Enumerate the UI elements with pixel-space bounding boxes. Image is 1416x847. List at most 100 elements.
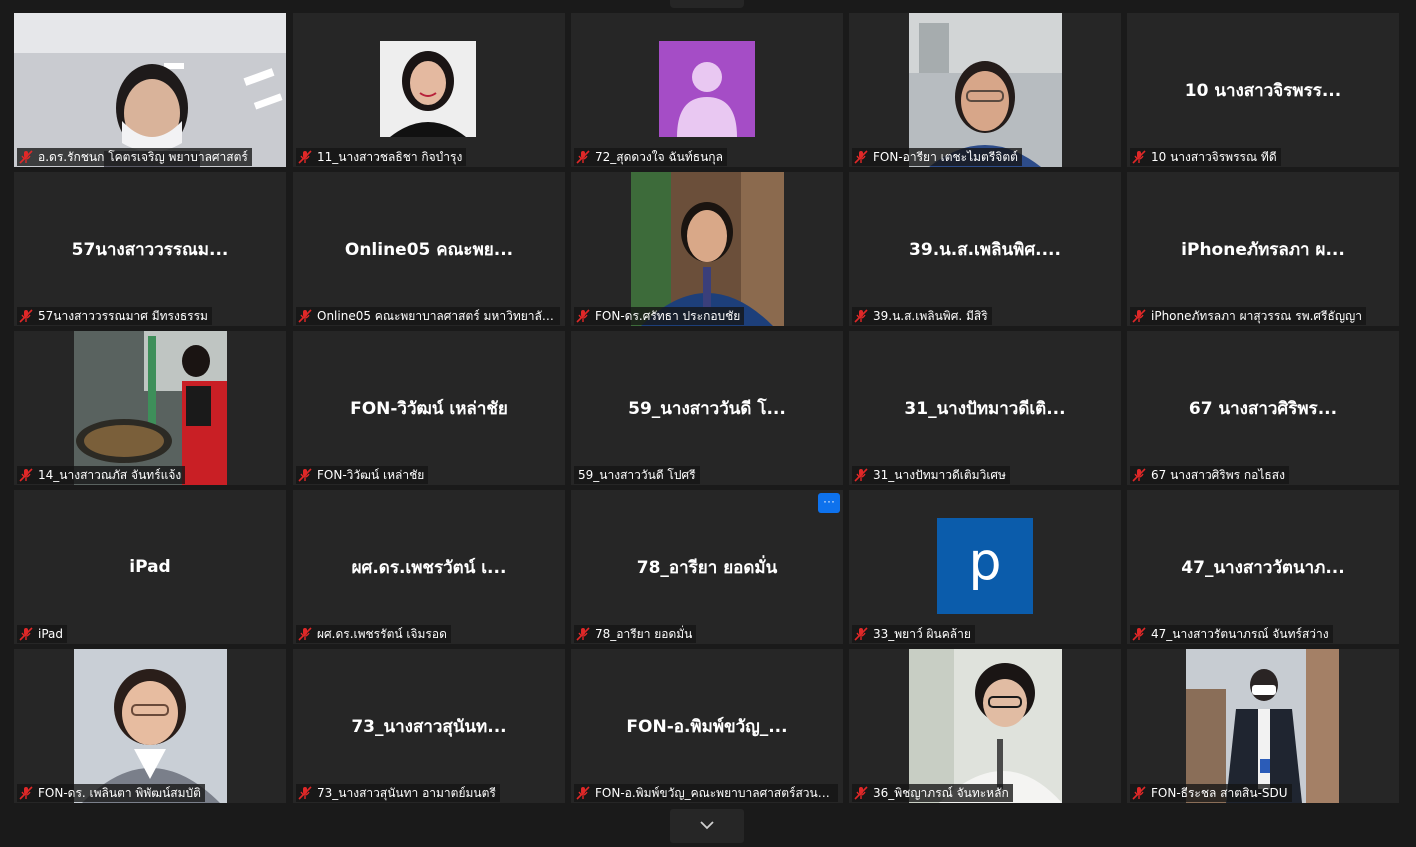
participant-name: 36_พิชญาภรณ์ จันทะหลัก [873, 785, 1009, 800]
participant-nameplate: iPad [17, 625, 68, 643]
participant-nameplate: 73_นางสาวสุนันทา อามาตย์มนตรี [296, 784, 500, 802]
participant-name: 57นางสาววรรณมาศ มีทรงธรรม [38, 308, 208, 323]
participant-nameplate: iPhoneภัทรลภา ผาสุวรรณ รพ.ศรีธัญญา [1130, 307, 1367, 325]
participant-tile[interactable]: FON-อารียา เตชะไมตรีจิตต์ [849, 13, 1121, 167]
participant-tile[interactable]: p 33_พยาว์ ผินคล้าย [849, 490, 1121, 644]
participant-nameplate: FON-ดร.ศรัทธา ประกอบชัย [574, 307, 745, 325]
participant-video [909, 13, 1062, 167]
participant-nameplate: 31_นางปัทมาวดีเติมวิเศษ [852, 466, 1010, 484]
participant-tile[interactable]: ··· 78_อารียา ยอดมั่น 78_อารียา ยอดมั่น [571, 490, 843, 644]
participant-tile[interactable]: 47_นางสาววัตนาภ... 47_นางสาวรัตนาภรณ์ จั… [1127, 490, 1399, 644]
mic-muted-icon [576, 786, 591, 800]
participant-display-name: 57นางสาววรรณม... [71, 239, 229, 260]
participant-tile[interactable]: iPad iPad [14, 490, 286, 644]
participant-name: FON-วิวัฒน์ เหล่าชัย [317, 467, 425, 482]
participant-tile[interactable]: FON-อ.พิมพ์ขวัญ_... FON-อ.พิมพ์ขวัญ_คณะพ… [571, 649, 843, 803]
participant-display-name: 47_นางสาววัตนาภ... [1181, 557, 1345, 578]
mic-muted-icon [576, 627, 591, 641]
participant-nameplate: FON-อ.พิมพ์ขวัญ_คณะพยาบาลศาสตร์สวนดุสิต [574, 784, 838, 802]
mic-muted-icon [1132, 468, 1147, 482]
participant-nameplate: 47_นางสาวรัตนาภรณ์ จันทร์สว่าง [1130, 625, 1333, 643]
participant-nameplate: 72_สุดดวงใจ ฉันท์ธนกุล [574, 148, 727, 166]
participant-tile[interactable]: 57นางสาววรรณม... 57นางสาววรรณมาศ มีทรงธร… [14, 172, 286, 326]
mic-muted-icon [19, 627, 34, 641]
mic-muted-icon [854, 468, 869, 482]
participant-tile[interactable]: 59_นางสาววันดี โ... 59_นางสาววันดี โปศรี [571, 331, 843, 485]
participant-name: 11_นางสาวชลธิชา กิจบำรุง [317, 149, 463, 164]
mic-muted-icon [854, 309, 869, 323]
participant-name: 47_นางสาวรัตนาภรณ์ จันทร์สว่าง [1151, 626, 1329, 641]
participant-nameplate: 78_อารียา ยอดมั่น [574, 625, 697, 643]
mic-muted-icon [19, 786, 34, 800]
participant-tile[interactable]: 14_นางสาวณภัส จันทร์แจ้ง [14, 331, 286, 485]
participant-tile[interactable]: FON-ดร.ศรัทธา ประกอบชัย [571, 172, 843, 326]
avatar-letter: p [968, 532, 1002, 592]
chevron-down-icon [700, 821, 714, 830]
participant-display-name: 31_นางปัทมาวดีเติ... [904, 398, 1066, 419]
mic-muted-icon [298, 150, 313, 164]
participant-display-name: 39.น.ส.เพลินพิศ.... [909, 239, 1061, 260]
mic-muted-icon [1132, 150, 1147, 164]
participant-display-name: 10 นางสาวจิรพรร... [1184, 80, 1342, 101]
participant-name: FON-ธีระชล สาตสิน-SDU [1151, 785, 1288, 800]
participant-display-name: ผศ.ดร.เพชรวัตน์ เ... [351, 557, 507, 578]
participant-tile[interactable]: อ.ดร.รักชนก โคตรเจริญ พยาบาลศาสตร์ [14, 13, 286, 167]
gallery-scroll-up-handle[interactable] [670, 0, 744, 8]
participant-tile[interactable]: FON-ธีระชล สาตสิน-SDU [1127, 649, 1399, 803]
participant-name: 73_นางสาวสุนันทา อามาตย์มนตรี [317, 785, 496, 800]
participant-name: อ.ดร.รักชนก โคตรเจริญ พยาบาลศาสตร์ [38, 149, 248, 164]
participant-tile[interactable]: 67 นางสาวศิริพร... 67 นางสาวศิริพร กอไธส… [1127, 331, 1399, 485]
mic-muted-icon [854, 150, 869, 164]
mic-muted-icon [298, 786, 313, 800]
mic-muted-icon [1132, 786, 1147, 800]
participant-nameplate: 59_นางสาววันดี โปศรี [574, 466, 700, 484]
participant-display-name: iPad [129, 557, 171, 577]
participant-name: 33_พยาว์ ผินคล้าย [873, 626, 971, 641]
participant-tile[interactable]: 36_พิชญาภรณ์ จันทะหลัก [849, 649, 1121, 803]
participant-name: iPad [38, 627, 64, 641]
participant-nameplate: 10 นางสาวจิรพรรณ ทีดี [1130, 148, 1281, 166]
participant-nameplate: ผศ.ดร.เพชรรัตน์ เจิมรอด [296, 625, 451, 643]
participant-tile[interactable]: 11_นางสาวชลธิชา กิจบำรุง [293, 13, 565, 167]
participant-display-name: FON-อ.พิมพ์ขวัญ_... [626, 716, 788, 737]
participant-tile[interactable]: 31_นางปัทมาวดีเติ... 31_นางปัทมาวดีเติมว… [849, 331, 1121, 485]
participant-name: 39.น.ส.เพลินพิศ. มีสิริ [873, 308, 988, 323]
participant-tile[interactable]: ผศ.ดร.เพชรวัตน์ เ... ผศ.ดร.เพชรรัตน์ เจิ… [293, 490, 565, 644]
participant-tile[interactable]: iPhoneภัทรลภา ผ... iPhoneภัทรลภา ผาสุวรร… [1127, 172, 1399, 326]
participant-tile[interactable]: 72_สุดดวงใจ ฉันท์ธนกุล [571, 13, 843, 167]
participant-display-name: FON-วิวัฒน์ เหล่าชัย [350, 398, 508, 419]
participant-tile[interactable]: Online05 คณะพย... Online05 คณะพยาบาลศาสต… [293, 172, 565, 326]
participant-nameplate: 39.น.ส.เพลินพิศ. มีสิริ [852, 307, 992, 325]
participant-tile[interactable]: FON-วิวัฒน์ เหล่าชัย FON-วิวัฒน์ เหล่าชั… [293, 331, 565, 485]
participant-name: FON-อ.พิมพ์ขวัญ_คณะพยาบาลศาสตร์สวนดุสิต [595, 785, 834, 800]
participant-name: Online05 คณะพยาบาลศาสตร์ มหาวิทยาลัยสว..… [317, 308, 556, 323]
mic-muted-icon [854, 786, 869, 800]
participant-nameplate: 57นางสาววรรณมาศ มีทรงธรรม [17, 307, 212, 325]
participant-name: 14_นางสาวณภัส จันทร์แจ้ง [38, 467, 182, 482]
participant-name: 78_อารียา ยอดมั่น [595, 626, 693, 641]
participant-tile[interactable]: 73_นางสาวสุนันท... 73_นางสาวสุนันทา อามา… [293, 649, 565, 803]
participant-display-name: Online05 คณะพย... [344, 239, 514, 260]
participant-nameplate: FON-อารียา เตชะไมตรีจิตต์ [852, 148, 1022, 166]
participant-name: 10 นางสาวจิรพรรณ ทีดี [1151, 149, 1277, 164]
participant-nameplate: 11_นางสาวชลธิชา กิจบำรุง [296, 148, 467, 166]
participant-nameplate: FON-วิวัฒน์ เหล่าชัย [296, 466, 429, 484]
mic-muted-icon [1132, 627, 1147, 641]
mic-muted-icon [298, 468, 313, 482]
participant-tile[interactable]: 39.น.ส.เพลินพิศ.... 39.น.ส.เพลินพิศ. มีส… [849, 172, 1121, 326]
participant-nameplate: 14_นางสาวณภัส จันทร์แจ้ง [17, 466, 186, 484]
participant-video [631, 172, 784, 326]
participant-nameplate: อ.ดร.รักชนก โคตรเจริญ พยาบาลศาสตร์ [17, 148, 252, 166]
participant-name: ผศ.ดร.เพชรรัตน์ เจิมรอด [317, 626, 447, 641]
mic-muted-icon [576, 150, 591, 164]
participant-display-name: 59_นางสาววันดี โ... [628, 398, 786, 419]
mic-muted-icon [19, 468, 34, 482]
gallery-next-page-button[interactable] [670, 809, 744, 843]
participant-display-name: 78_อารียา ยอดมั่น [636, 557, 778, 578]
mic-muted-icon [1132, 309, 1147, 323]
participant-video [1186, 649, 1339, 803]
participant-tile[interactable]: FON-ดร. เพลินตา พิพัฒน์สมบัติ [14, 649, 286, 803]
participant-name: FON-ดร. เพลินตา พิพัฒน์สมบัติ [38, 785, 201, 800]
participant-tile[interactable]: 10 นางสาวจิรพรร... 10 นางสาวจิรพรรณ ทีดี [1127, 13, 1399, 167]
participant-nameplate: 33_พยาว์ ผินคล้าย [852, 625, 975, 643]
